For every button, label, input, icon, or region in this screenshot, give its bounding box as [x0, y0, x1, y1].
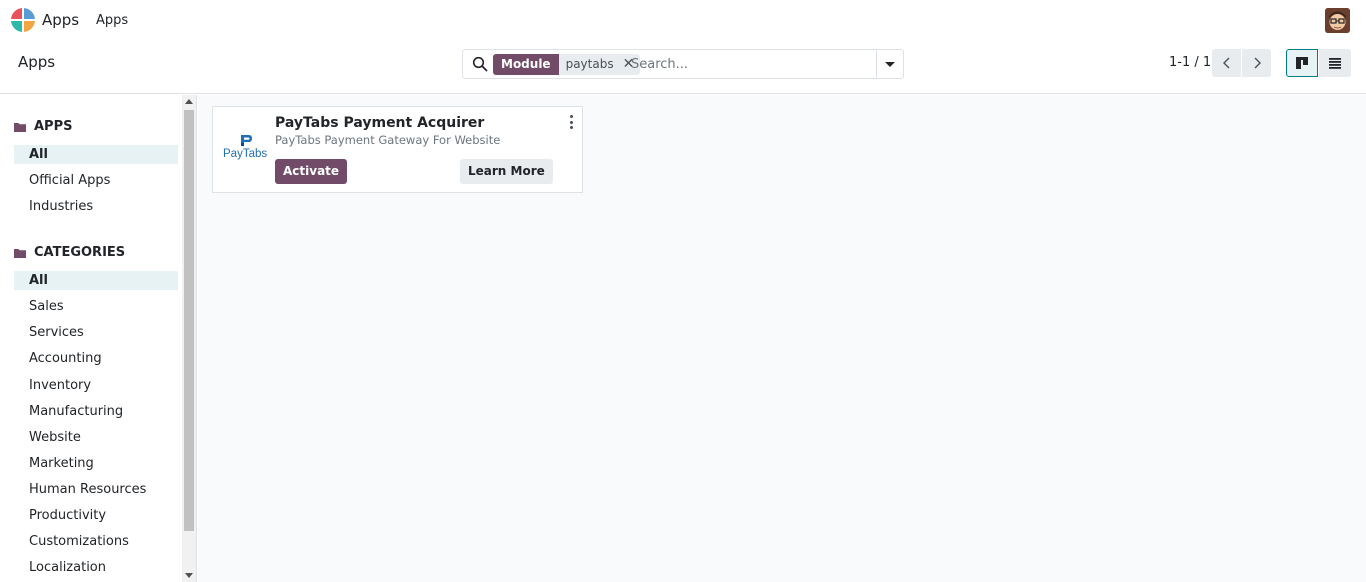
facet-label: Module	[493, 54, 559, 75]
pager-next-button[interactable]	[1242, 49, 1271, 77]
paytabs-logo-text: PayTabs	[223, 148, 268, 160]
sidebar: APPS All Official Apps Industries CATEGO…	[0, 95, 197, 582]
sidebar-item-industries[interactable]: Industries	[14, 197, 178, 216]
sidebar-item-customizations[interactable]: Customizations	[14, 532, 178, 551]
sidebar-item-apps-all[interactable]: All	[14, 145, 178, 164]
caret-down-icon	[885, 61, 895, 67]
apps-section-title: APPS	[34, 119, 73, 134]
sidebar-item-services[interactable]: Services	[14, 323, 178, 342]
sidebar-item-inventory[interactable]: Inventory	[14, 376, 178, 395]
app-card[interactable]: PayTabs PayTabs Payment Acquirer PayTabs…	[212, 106, 583, 193]
chevron-left-icon	[1222, 57, 1229, 69]
apps-section-header: APPS	[14, 119, 72, 134]
list-icon	[1329, 58, 1341, 69]
learn-more-button[interactable]: Learn More	[460, 159, 553, 184]
user-avatar[interactable]	[1325, 8, 1350, 33]
categories-section-header: CATEGORIES	[14, 245, 125, 260]
kanban-area: PayTabs PayTabs Payment Acquirer PayTabs…	[198, 95, 1366, 582]
avatar-image	[1325, 8, 1350, 33]
sidebar-item-website[interactable]: Website	[14, 428, 178, 447]
control-panel: Apps Module paytabs ✕ 1-1 / 1	[0, 42, 1366, 94]
sidebar-scrollbar[interactable]	[182, 95, 196, 582]
sidebar-item-marketing[interactable]: Marketing	[14, 454, 178, 473]
sidebar-item-sales[interactable]: Sales	[14, 297, 178, 316]
breadcrumb: Apps	[18, 53, 56, 71]
chevron-right-icon	[1254, 57, 1261, 69]
sidebar-item-manufacturing[interactable]: Manufacturing	[14, 402, 178, 421]
app-subtitle: PayTabs Payment Gateway For Website	[275, 133, 501, 147]
sidebar-item-productivity[interactable]: Productivity	[14, 506, 178, 525]
scroll-up-arrow-icon[interactable]	[185, 99, 193, 104]
app-title: PayTabs Payment Acquirer	[275, 115, 485, 131]
pager-previous-button[interactable]	[1212, 49, 1241, 77]
top-navbar: Apps Apps	[0, 0, 1366, 42]
search-facet: Module paytabs ✕	[493, 54, 641, 75]
sidebar-item-localization[interactable]: Localization	[14, 558, 178, 577]
scroll-down-arrow-icon[interactable]	[185, 573, 193, 578]
facet-value: paytabs	[565, 57, 614, 71]
scrollbar-thumb[interactable]	[184, 110, 194, 531]
folder-icon	[14, 248, 26, 258]
kanban-icon	[1296, 57, 1308, 69]
sidebar-item-accounting[interactable]: Accounting	[14, 349, 178, 368]
paytabs-logo: PayTabs	[221, 133, 269, 165]
apps-menu-icon[interactable]	[11, 8, 35, 32]
sidebar-item-category-all[interactable]: All	[14, 271, 178, 290]
search-options-toggle[interactable]	[876, 50, 903, 78]
pager-value[interactable]: 1-1 / 1	[1169, 55, 1211, 70]
menu-item-apps[interactable]: Apps	[96, 13, 128, 28]
facet-value-wrap: paytabs ✕	[558, 54, 641, 75]
categories-section-title: CATEGORIES	[34, 245, 126, 260]
search-icon[interactable]	[472, 56, 488, 72]
search-input[interactable]	[631, 54, 871, 75]
card-menu-icon[interactable]	[568, 115, 574, 129]
sidebar-item-official-apps[interactable]: Official Apps	[14, 171, 178, 190]
kanban-view-button[interactable]	[1286, 49, 1318, 77]
activate-button[interactable]: Activate	[275, 159, 348, 184]
sidebar-item-human-resources[interactable]: Human Resources	[14, 480, 178, 499]
list-view-button[interactable]	[1319, 49, 1351, 77]
app-name[interactable]: Apps	[42, 11, 79, 29]
search-bar[interactable]: Module paytabs ✕	[462, 49, 904, 79]
folder-icon	[14, 122, 26, 132]
